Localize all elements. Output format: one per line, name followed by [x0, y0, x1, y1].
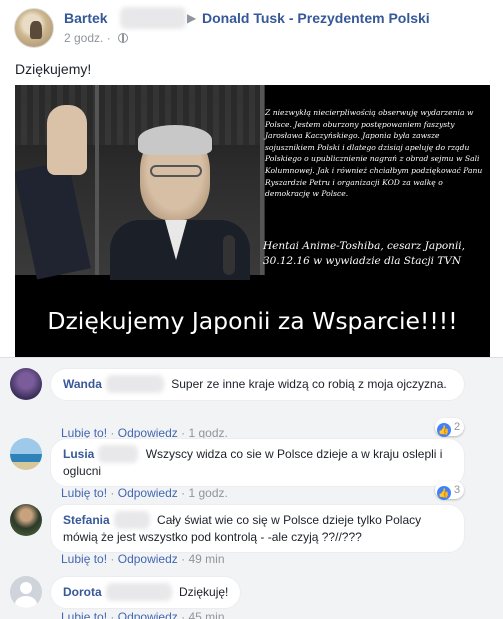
comment-bubble: Lusia Wszyscy widza co sie w Polsce dzie… — [50, 438, 465, 487]
author-avatar[interactable] — [14, 8, 54, 48]
commenter-avatar[interactable] — [10, 504, 42, 536]
comment-text: Dziękuję! — [179, 585, 229, 599]
commenter-avatar[interactable] — [10, 438, 42, 470]
redacted-name — [113, 510, 150, 529]
image-attribution: Hentai Anime-Toshiba, cesarz Japonii, 30… — [263, 240, 465, 267]
post-author[interactable]: Bartek — [64, 10, 108, 26]
default-avatar-icon[interactable] — [10, 576, 42, 608]
commenter-name[interactable]: Stefania — [63, 513, 110, 527]
image-quote: Z niezwykłą niecierpliwością obserwuję w… — [265, 108, 483, 199]
comment-bubble: Dorota Dziękuję! — [50, 576, 242, 609]
comment-text: Super ze inne kraje widzą co robią z moj… — [171, 377, 447, 391]
image-caption: Dziękujemy Japonii za Wsparcie!!!! — [47, 307, 458, 335]
post-image[interactable]: Z niezwykłą niecierpliwością obserwuję w… — [15, 85, 490, 357]
comment-actions: Lubię to! · Odpowiedz · 49 min — [61, 552, 225, 566]
post-header: Bartek ▶ Donald Tusk - Prezydentem Polsk… — [14, 7, 494, 48]
emperor-photo — [15, 85, 265, 280]
like-link[interactable]: Lubię to! — [61, 610, 107, 619]
target-page-name[interactable]: Donald Tusk - Prezydentem Polski — [202, 10, 430, 26]
commenter-name[interactable]: Dorota — [63, 585, 102, 599]
redacted-name — [105, 582, 172, 601]
like-icon: 👍 — [437, 423, 451, 437]
like-link[interactable]: Lubię to! — [61, 552, 107, 566]
commenter-avatar[interactable] — [10, 368, 42, 400]
comment-actions: Lubię to! · Odpowiedz · 1 godz. — [61, 486, 228, 500]
comment-bubble: Wanda Super ze inne kraje widzą co robią… — [50, 368, 465, 401]
post-text: Dziękujemy! — [15, 61, 92, 77]
like-icon: 👍 — [437, 486, 451, 500]
reply-link[interactable]: Odpowiedz — [118, 552, 178, 566]
reaction-count[interactable]: 👍 2 — [435, 418, 465, 437]
comments-section: Wanda Super ze inne kraje widzą co robią… — [0, 357, 503, 619]
commenter-name[interactable]: Wanda — [63, 377, 102, 391]
comment-time[interactable]: 49 min — [188, 552, 224, 566]
globe-icon — [118, 33, 129, 43]
redacted-name — [120, 7, 186, 29]
comment-actions: Lubię to! · Odpowiedz · 45 min — [61, 610, 225, 619]
comment-time[interactable]: 1 godz. — [188, 486, 227, 500]
post-timestamp[interactable]: 2 godz. · — [64, 31, 129, 45]
post-time-text: 2 godz. · — [64, 31, 111, 45]
microphone-icon — [223, 235, 235, 275]
like-link[interactable]: Lubię to! — [61, 486, 107, 500]
share-arrow-icon: ▶ — [187, 11, 197, 25]
comment-bubble: Stefania Cały świat wie co się w Polsce … — [50, 504, 465, 553]
reaction-count[interactable]: 👍 3 — [435, 481, 465, 500]
redacted-name — [98, 444, 139, 463]
commenter-name[interactable]: Lusia — [63, 447, 94, 461]
reply-link[interactable]: Odpowiedz — [118, 610, 178, 619]
redacted-name — [105, 374, 164, 393]
reply-link[interactable]: Odpowiedz — [118, 486, 178, 500]
comment-time[interactable]: 45 min — [188, 610, 224, 619]
